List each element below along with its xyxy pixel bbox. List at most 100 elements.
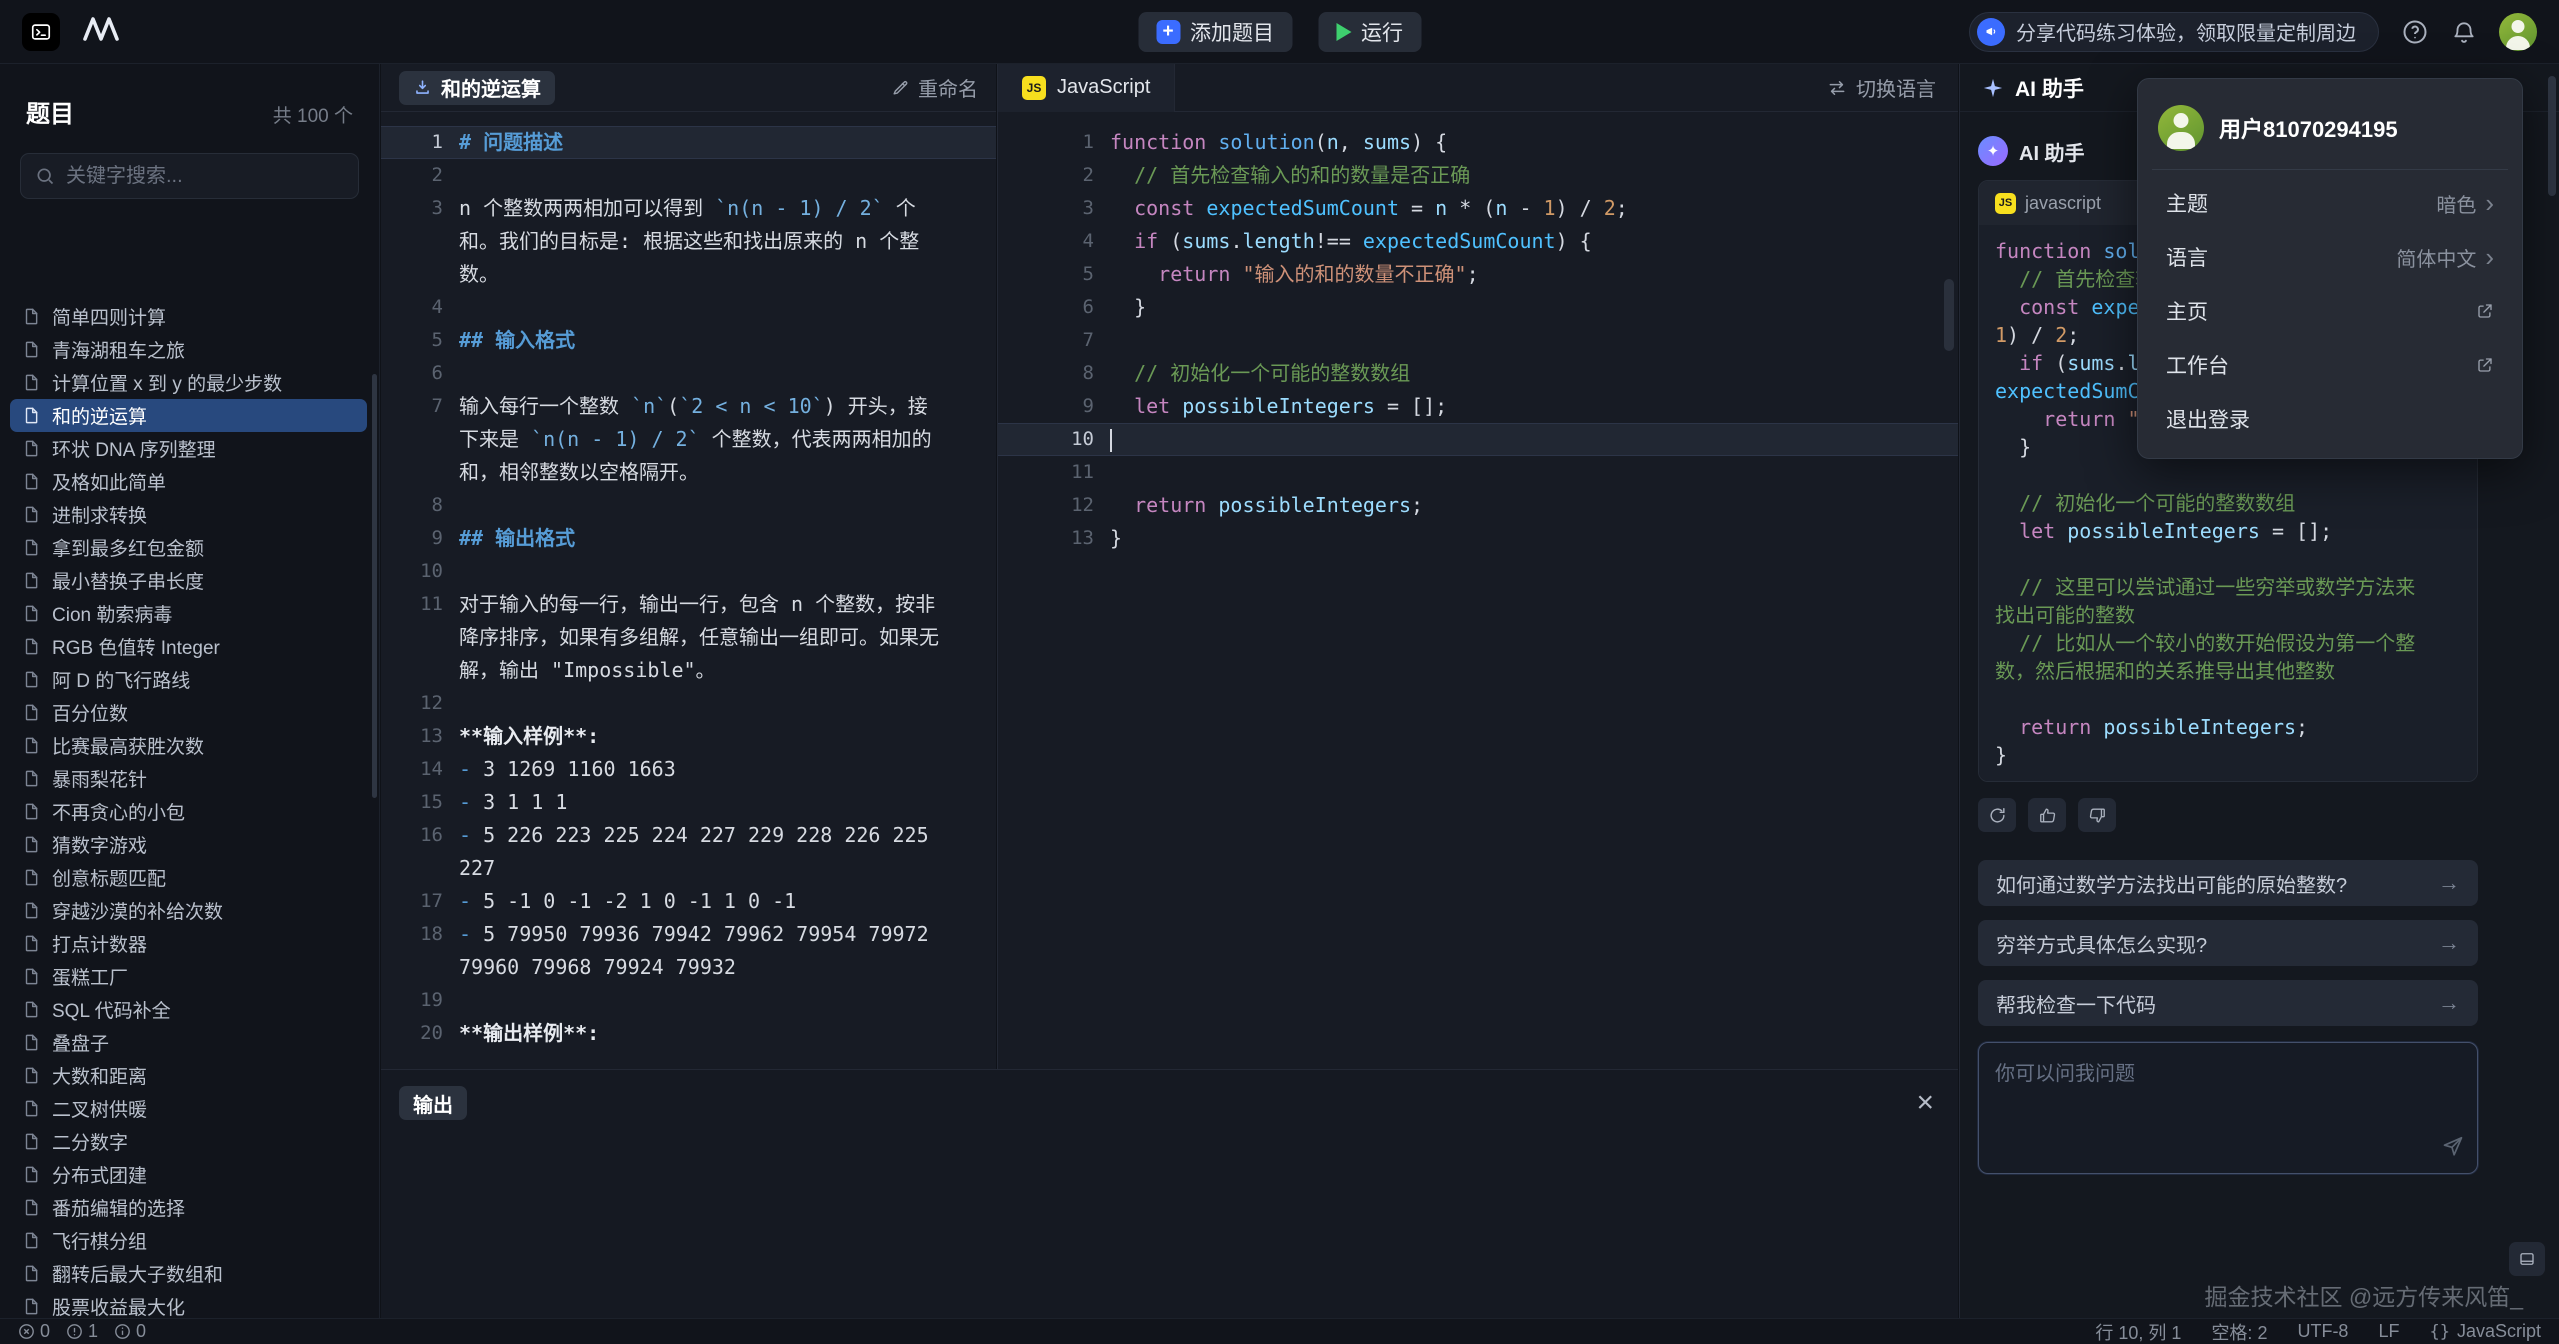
sidebar-item[interactable]: RGB 色值转 Integer [10,630,367,663]
sidebar-item[interactable]: 分布式团建 [10,1158,367,1191]
user-menu-item[interactable]: 工作台 [2146,338,2514,392]
send-icon[interactable] [2441,1134,2465,1163]
search-input[interactable] [66,165,344,188]
problems-info[interactable]: 0 [114,1321,146,1342]
sidebar-item-label: 打点计数器 [52,930,147,957]
sidebar-item[interactable]: 创意标题匹配 [10,861,367,894]
cursor-position[interactable]: 行 10, 列 1 [2095,1319,2181,1344]
sidebar-item[interactable]: 二分数字 [10,1125,367,1158]
rename-button[interactable]: 重命名 [891,73,978,102]
sidebar-item[interactable]: 打点计数器 [10,927,367,960]
sidebar-item[interactable]: 番茄编辑的选择 [10,1191,367,1224]
sidebar-item[interactable]: 叠盘子 [10,1026,367,1059]
suggestion-label: 如何通过数学方法找出可能的原始整数? [1996,869,2347,898]
sidebar-item[interactable]: 猜数字游戏 [10,828,367,861]
user-menu-item[interactable]: 主题暗色› [2146,176,2514,230]
editor-line: 9## 输出格式 [381,522,996,555]
sidebar-item[interactable]: 青海湖租车之旅 [10,333,367,366]
statusbar: 010 行 10, 列 1 空格: 2 UTF-8 LF {} JavaScri… [0,1318,2559,1344]
close-icon[interactable]: × [1916,1088,1934,1118]
sidebar-item[interactable]: 股票收益最大化 [10,1290,367,1318]
editor-line: 数，然后根据和的关系推导出其他整数 [1995,657,2461,685]
thumbs-down-button[interactable] [2078,798,2116,832]
ai-suggestion[interactable]: 如何通过数学方法找出可能的原始整数?→ [1978,860,2478,906]
code-editor-lines[interactable]: 1function solution(n, sums) {2 // 首先检查输入… [998,112,1958,1069]
bell-icon[interactable] [2451,19,2477,45]
ai-suggestion[interactable]: 帮我检查一下代码→ [1978,980,2478,1026]
user-avatar[interactable] [2499,13,2537,51]
switch-language-button[interactable]: 切换语言 [1827,73,1958,102]
sidebar-item[interactable]: 简单四则计算 [10,300,367,333]
run-button[interactable]: 运行 [1318,12,1421,52]
problem-editor[interactable]: 1# 问题描述23n 个整数两两相加可以得到 `n(n - 1) / 2` 个和… [381,112,996,1069]
marscode-logo-icon[interactable] [82,16,122,47]
sidebar-item[interactable]: 翻转后最大子数组和 [10,1257,367,1290]
line-number: 8 [998,357,1094,390]
sidebar-scrollbar[interactable] [372,374,377,798]
app-logo[interactable] [22,13,60,51]
user-menu-item[interactable]: 主页 [2146,284,2514,338]
tab-javascript[interactable]: JS JavaScript [998,64,1175,112]
sidebar-item[interactable]: 阿 D 的飞行路线 [10,663,367,696]
eol[interactable]: LF [2378,1321,2399,1342]
sidebar-item[interactable]: 二叉树供暖 [10,1092,367,1125]
editor-line: 7 [998,324,1958,357]
sidebar-item[interactable]: Cion 勒索病毒 [10,597,367,630]
sidebar-item[interactable]: 进制求转换 [10,498,367,531]
problem-title: 和的逆运算 [441,73,541,102]
javascript-icon: JS [1022,76,1046,100]
sidebar-item[interactable]: 比赛最高获胜次数 [10,729,367,762]
line-number: 1 [381,126,443,159]
editor-scrollbar[interactable] [1944,279,1954,351]
editor-line: 11对于输入的每一行，输出一行，包含 n 个整数，按非 [381,588,996,621]
sidebar-item[interactable]: 拿到最多红包金额 [10,531,367,564]
line-number: 7 [381,390,443,423]
line-number: 14 [381,753,443,786]
problems-warning[interactable]: 1 [66,1321,98,1342]
sidebar-item[interactable]: 百分位数 [10,696,367,729]
user-menu-item[interactable]: 退出登录 [2146,392,2514,446]
search-box[interactable] [20,153,359,199]
ai-author-name: AI 助手 [2019,137,2085,166]
sidebar-item-label: 进制求转换 [52,501,147,528]
line-number: 7 [998,324,1094,357]
sidebar-item[interactable]: 不再贪心的小包 [10,795,367,828]
line-number: 16 [381,819,443,852]
problems-error[interactable]: 0 [18,1321,50,1342]
thumbs-up-button[interactable] [2028,798,2066,832]
tab-label: JavaScript [1057,76,1150,99]
add-problem-button[interactable]: + 添加题目 [1138,12,1292,52]
sidebar-item[interactable]: 大数和距离 [10,1059,367,1092]
help-icon[interactable] [2401,18,2429,46]
regenerate-button[interactable] [1978,798,2016,832]
document-icon [22,340,41,359]
sidebar-item[interactable]: 暴雨梨花针 [10,762,367,795]
sidebar-item[interactable]: 和的逆运算 [10,399,367,432]
sidebar-item[interactable]: SQL 代码补全 [10,993,367,1026]
language-mode[interactable]: {} JavaScript [2429,1321,2541,1342]
problem-title-badge[interactable]: 和的逆运算 [399,71,555,105]
collapse-panel-button[interactable] [2509,1242,2545,1276]
problem-list[interactable]: 简单四则计算青海湖租车之旅计算位置 x 到 y 的最少步数和的逆运算环状 DNA… [10,300,367,1318]
user-menu-item[interactable]: 语言简体中文› [2146,230,2514,284]
encoding[interactable]: UTF-8 [2297,1321,2348,1342]
editor-line: 9 let possibleIntegers = []; [998,390,1958,423]
line-number: 6 [998,291,1094,324]
sidebar-item[interactable]: 最小替换子串长度 [10,564,367,597]
line-number [381,258,443,291]
promo-banner[interactable]: 分享代码练习体验，领取限量定制周边 [1969,12,2379,52]
suggestion-label: 帮我检查一下代码 [1996,989,2156,1018]
sidebar-item[interactable]: 及格如此简单 [10,465,367,498]
ai-input[interactable] [1979,1043,2477,1173]
ai-suggestion[interactable]: 穷举方式具体怎么实现?→ [1978,920,2478,966]
document-icon [22,868,41,887]
sidebar-item[interactable]: 穿越沙漠的补给次数 [10,894,367,927]
sidebar-item[interactable]: 环状 DNA 序列整理 [10,432,367,465]
megaphone-icon [1977,18,2005,46]
switch-language-icon [1827,78,1847,98]
sidebar-item[interactable]: 飞行棋分组 [10,1224,367,1257]
sidebar-item[interactable]: 蛋糕工厂 [10,960,367,993]
indent-setting[interactable]: 空格: 2 [2211,1319,2267,1344]
ai-scrollbar[interactable] [2548,76,2556,196]
sidebar-item[interactable]: 计算位置 x 到 y 的最少步数 [10,366,367,399]
